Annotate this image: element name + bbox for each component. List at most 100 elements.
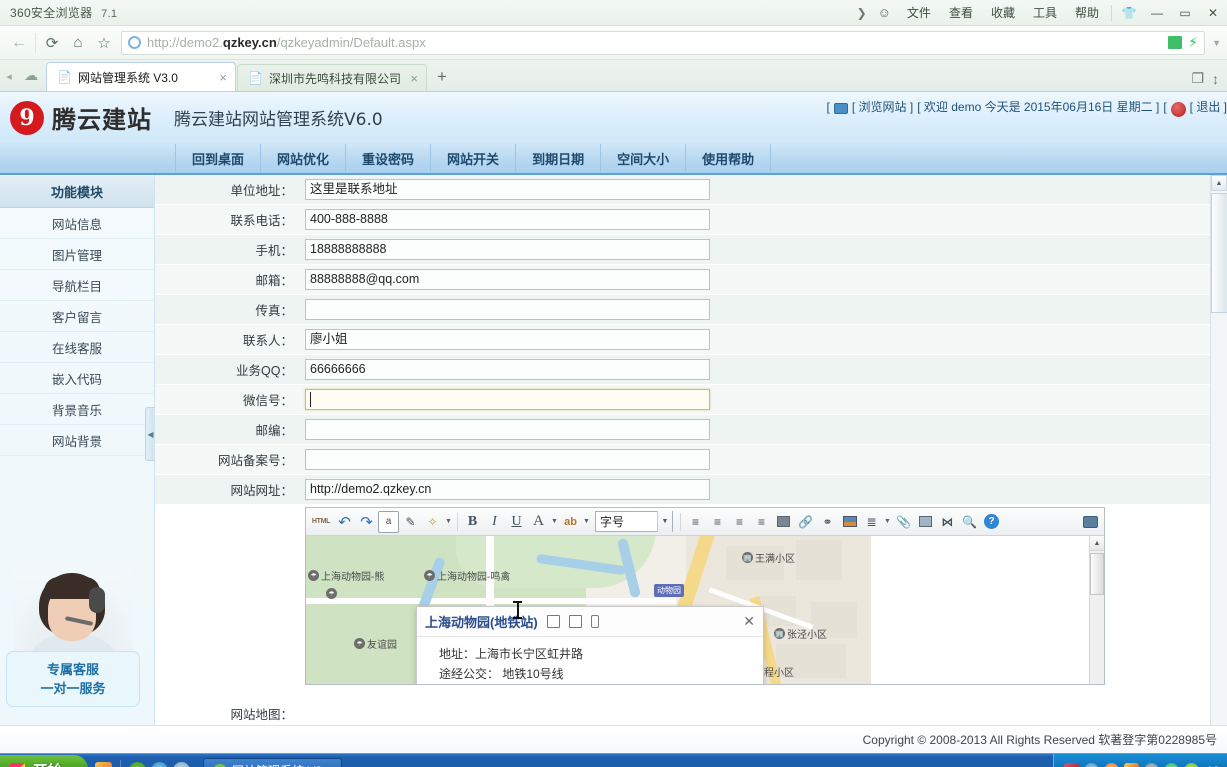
nav-item-help[interactable]: 使用帮助 — [686, 144, 772, 173]
underline-button[interactable]: U — [506, 511, 527, 533]
chevron-down-icon[interactable]: ▼ — [550, 518, 559, 525]
paint-format-icon[interactable]: ✧ — [422, 511, 443, 533]
input-mobile[interactable]: 18888888888 — [305, 239, 710, 260]
cloud-icon[interactable]: ☁ — [16, 60, 46, 91]
italic-button[interactable]: I — [484, 511, 505, 533]
tray-icon-3[interactable] — [1103, 763, 1119, 767]
info-window-close-icon[interactable]: ✕ — [743, 613, 755, 630]
security-badge-icon[interactable] — [1168, 36, 1183, 49]
tab-close-icon[interactable]: × — [219, 70, 227, 85]
input-contact-person[interactable]: 廖小姐 — [305, 329, 710, 350]
logout-link[interactable]: [ 退出 ] — [1190, 98, 1227, 115]
quicklaunch-icon-1[interactable] — [95, 762, 112, 767]
nav-item-reset-password[interactable]: 重设密码 — [346, 144, 432, 173]
open-external-icon[interactable] — [546, 615, 560, 628]
customer-service-widget[interactable]: 专属客服 一对一服务 — [6, 569, 140, 707]
list-icon[interactable]: ≣ — [861, 511, 882, 533]
nav-item-desktop[interactable]: 回到桌面 — [175, 144, 262, 173]
tray-icon-2[interactable] — [1083, 763, 1099, 767]
sidebar-collapse-handle[interactable]: ◀ — [145, 407, 155, 461]
menu-help[interactable]: 帮助 — [1066, 0, 1108, 25]
editor-content-area[interactable]: ☂ 上海动物园-熊 ☂ ☂ 上海动物园-鸣禽 ☂ 友谊园 🏢 王满小区 🏢 张泾… — [306, 536, 1104, 684]
close-button[interactable]: ✕ — [1199, 0, 1227, 25]
bookmark-star-icon[interactable]: ☆ — [91, 30, 117, 56]
page-scroll-up-icon[interactable]: ▲ — [1211, 175, 1227, 191]
quicklaunch-browser-icon[interactable] — [129, 762, 146, 767]
align-right-icon[interactable]: ≡ — [751, 511, 772, 533]
insert-image-icon[interactable] — [839, 511, 860, 533]
address-bar[interactable]: http://demo2.qzkey.cn/qzkeyadmin/Default… — [121, 30, 1206, 55]
input-icp[interactable] — [305, 449, 710, 470]
input-wechat[interactable] — [305, 389, 710, 410]
tabstrip-scroll-left-icon[interactable]: ◂ — [2, 70, 16, 91]
start-button[interactable]: 开始 — [0, 754, 88, 767]
editor-scrollbar[interactable]: ▲ — [1089, 536, 1104, 684]
maximize-button[interactable]: ▭ — [1171, 0, 1199, 25]
home-icon[interactable]: ⌂ — [65, 30, 91, 56]
nav-item-optimize[interactable]: 网站优化 — [261, 144, 347, 173]
tray-icon-5[interactable] — [1143, 763, 1159, 767]
find-replace-icon[interactable]: ⋈ — [937, 511, 958, 533]
browser-tab-active[interactable]: 📄 网站管理系统 V3.0 × — [46, 62, 236, 91]
chevron-down-icon[interactable]: ▼ — [657, 511, 672, 532]
map-info-window[interactable]: 上海动物园(地铁站) ✕ 地址：上海市长宁区虹井路 途经公交： 地铁10号线 — [416, 606, 764, 684]
align-justify-icon[interactable] — [773, 511, 794, 533]
page-scroll-thumb[interactable] — [1211, 193, 1227, 313]
menu-tools[interactable]: 工具 — [1024, 0, 1066, 25]
browse-site-link[interactable]: [ 浏览网站 ] — [852, 98, 913, 115]
input-postcode[interactable] — [305, 419, 710, 440]
font-size-select[interactable]: 字号 ▼ — [595, 511, 673, 532]
sidebar-item-image-management[interactable]: 图片管理 — [0, 239, 154, 270]
sidebar-item-embed-code[interactable]: 嵌入代码 — [0, 363, 154, 394]
align-center-icon[interactable]: ≡ — [729, 511, 750, 533]
chevron-down-icon[interactable]: ▼ — [444, 518, 453, 525]
chevron-right-icon[interactable]: ❯ — [853, 6, 871, 20]
tray-shield-icon[interactable] — [1163, 763, 1179, 767]
tray-icon-1[interactable] — [1063, 763, 1079, 767]
menu-favorites[interactable]: 收藏 — [982, 0, 1024, 25]
sidebar-item-site-info[interactable]: 网站信息 — [0, 208, 154, 239]
nav-item-expiry-date[interactable]: 到期日期 — [516, 144, 602, 173]
fullscreen-icon[interactable] — [1080, 511, 1101, 533]
address-dropdown-icon[interactable]: ▼ — [1212, 38, 1221, 48]
new-tab-button[interactable]: + — [428, 67, 456, 91]
attachment-icon[interactable]: 📎 — [893, 511, 914, 533]
sidebar-item-customer-messages[interactable]: 客户留言 — [0, 301, 154, 332]
editor-scroll-thumb[interactable] — [1090, 553, 1104, 595]
input-website-url[interactable]: http://demo2.qzkey.cn — [305, 479, 710, 500]
user-account-icon[interactable]: ☺ — [871, 5, 898, 20]
restore-tab-icon[interactable]: ❐ — [1191, 70, 1204, 87]
highlight-button[interactable]: ab — [560, 511, 581, 533]
sidebar-item-site-background[interactable]: 网站背景 — [0, 425, 154, 456]
nav-item-space-size[interactable]: 空间大小 — [601, 144, 687, 173]
help-icon[interactable]: ? — [981, 511, 1002, 533]
input-fax[interactable] — [305, 299, 710, 320]
anchor-button[interactable]: a — [378, 510, 399, 533]
chevron-down-icon[interactable]: ▼ — [883, 518, 892, 525]
scroll-up-icon[interactable]: ▲ — [1090, 536, 1104, 551]
font-color-button[interactable]: A — [528, 511, 549, 533]
sidebar-item-nav-columns[interactable]: 导航栏目 — [0, 270, 154, 301]
back-icon[interactable]: ← — [6, 30, 32, 56]
sidebar-item-background-music[interactable]: 背景音乐 — [0, 394, 154, 425]
taskbar-window-button[interactable]: 网站管理系统 V3... — [203, 758, 343, 767]
speed-bolt-icon[interactable]: ⚡ — [1188, 34, 1198, 51]
tab-close-icon[interactable]: × — [410, 71, 418, 86]
quicklaunch-icon-3[interactable] — [151, 762, 168, 767]
nav-item-site-switch[interactable]: 网站开关 — [431, 144, 517, 173]
unlink-icon[interactable]: ⚭ — [817, 511, 838, 533]
browser-tab-2[interactable]: 📄 深圳市先鸣科技有限公司 × — [237, 64, 427, 91]
mobile-icon[interactable] — [590, 615, 599, 628]
menu-view[interactable]: 查看 — [940, 0, 982, 25]
sidebar-item-online-service[interactable]: 在线客服 — [0, 332, 154, 363]
insert-media-icon[interactable] — [915, 511, 936, 533]
tray-icon-4[interactable] — [1123, 763, 1139, 767]
preview-search-icon[interactable]: 🔍 — [959, 511, 980, 533]
link-icon[interactable]: 🔗 — [795, 511, 816, 533]
tab-list-icon[interactable]: ↕ — [1212, 71, 1219, 87]
align-left-icon[interactable]: ≡ — [707, 511, 728, 533]
eraser-icon[interactable]: ✎ — [400, 511, 421, 533]
indent-icon[interactable]: ≡ — [685, 511, 706, 533]
input-qq[interactable]: 66666666 — [305, 359, 710, 380]
redo-button[interactable]: ↷ — [356, 511, 377, 533]
